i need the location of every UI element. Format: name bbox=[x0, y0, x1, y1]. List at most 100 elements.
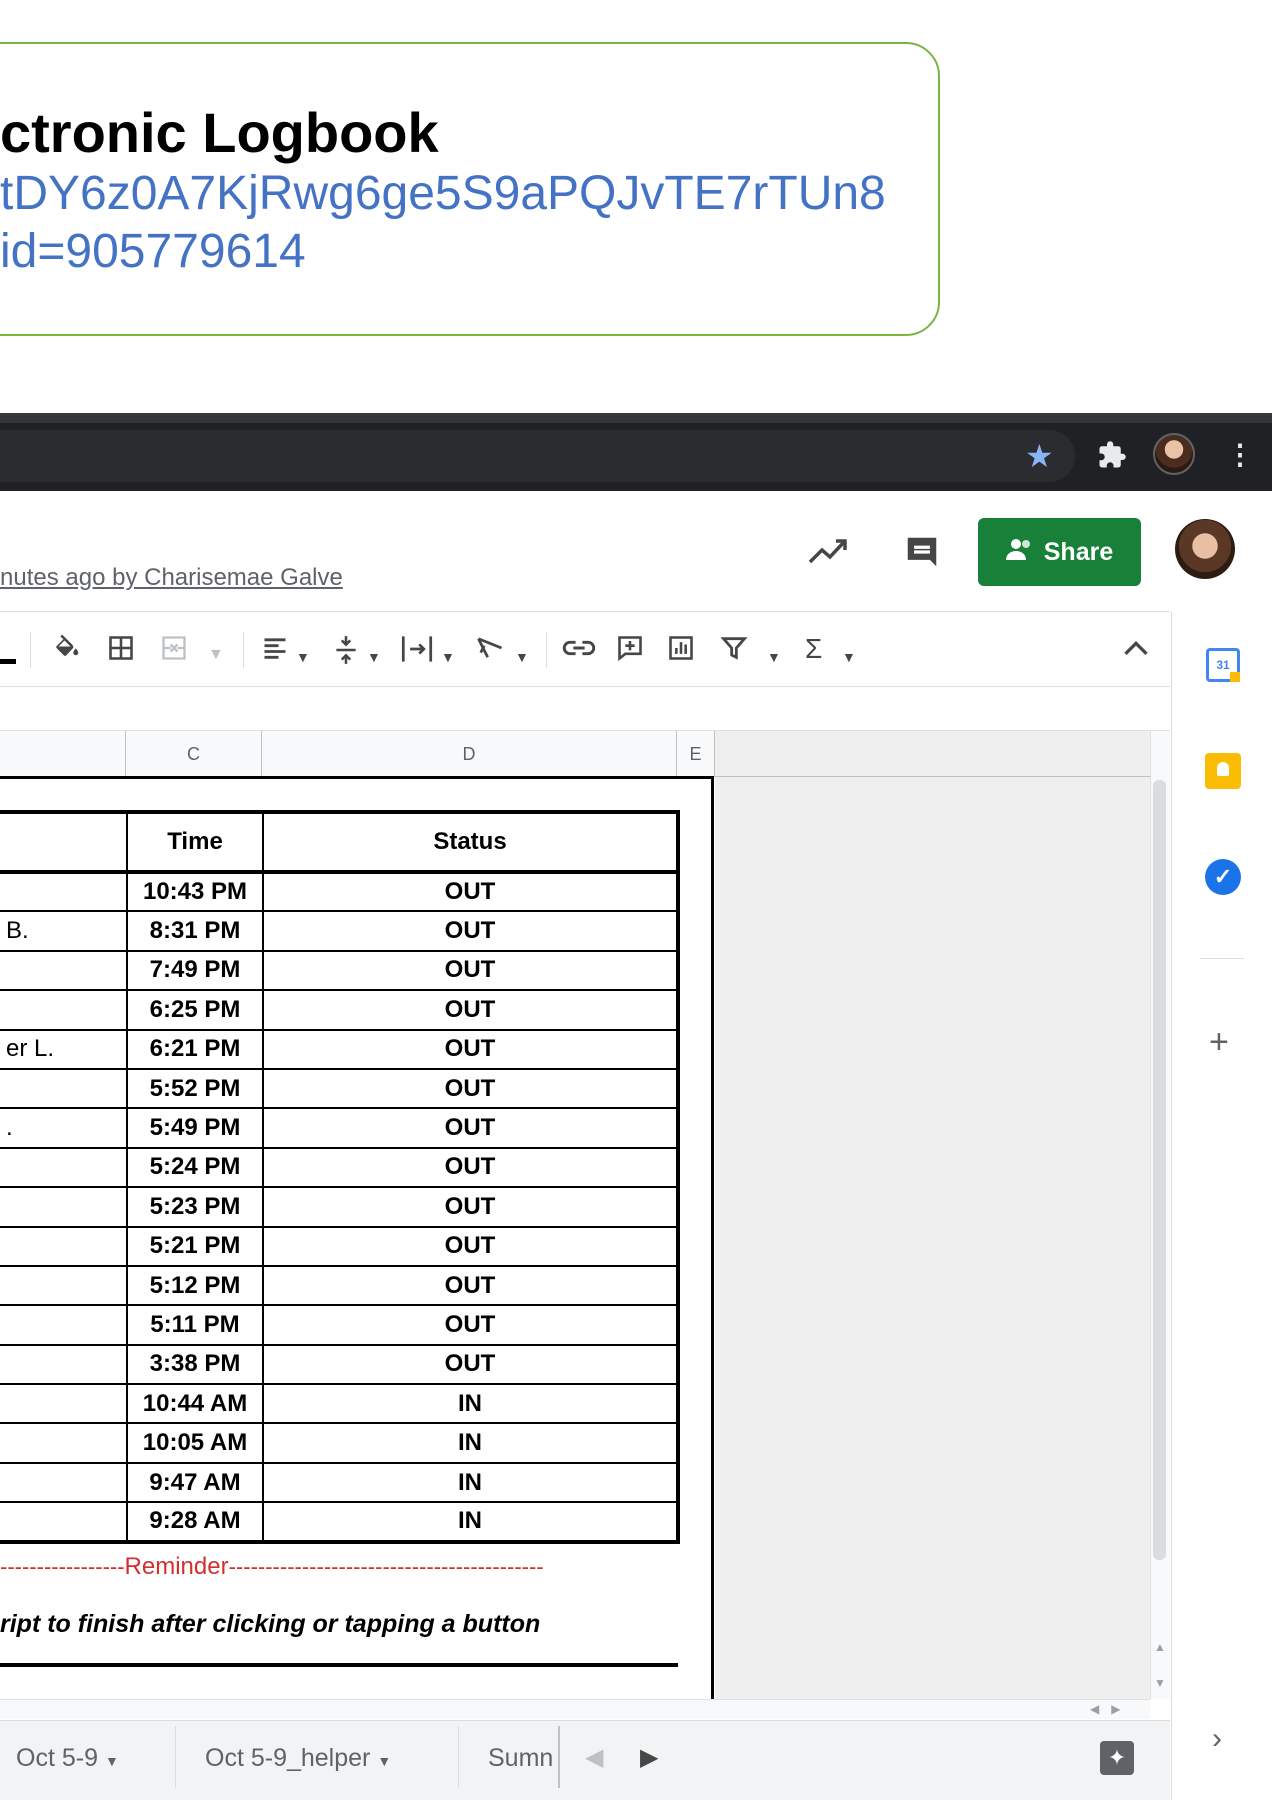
name-cell[interactable] bbox=[0, 1343, 128, 1386]
status-cell[interactable]: OUT bbox=[262, 1225, 680, 1267]
status-cell[interactable]: IN bbox=[262, 1501, 680, 1544]
functions-icon[interactable]: Σ bbox=[805, 634, 822, 664]
sheet-tab-oct-5-9-helper[interactable]: Oct 5-9_helper ▼ bbox=[205, 1737, 391, 1779]
status-cell[interactable]: OUT bbox=[262, 1343, 680, 1386]
filter-icon[interactable] bbox=[720, 634, 748, 668]
fill-color-icon[interactable] bbox=[52, 634, 82, 670]
scroll-down-arrow-icon[interactable]: ▼ bbox=[1154, 1676, 1166, 1690]
name-cell[interactable] bbox=[0, 1501, 128, 1544]
time-cell[interactable]: 9:47 AM bbox=[126, 1461, 264, 1504]
explore-icon[interactable]: ✦ bbox=[1100, 1741, 1134, 1775]
name-cell[interactable] bbox=[0, 1067, 128, 1110]
horizontal-scrollbar[interactable] bbox=[0, 1699, 1150, 1719]
time-cell[interactable]: 8:31 PM bbox=[126, 910, 264, 952]
time-cell[interactable]: 5:49 PM bbox=[126, 1107, 264, 1149]
time-cell[interactable]: 10:43 PM bbox=[126, 870, 264, 913]
sheet-tab-summary[interactable]: Sumn bbox=[488, 1737, 553, 1779]
address-bar[interactable] bbox=[0, 430, 1075, 482]
time-cell[interactable]: 5:24 PM bbox=[126, 1146, 264, 1189]
column-header-b[interactable] bbox=[0, 731, 126, 777]
align-dropdown-icon[interactable]: ▼ bbox=[296, 642, 310, 672]
name-cell[interactable] bbox=[0, 1304, 128, 1346]
status-cell[interactable]: IN bbox=[262, 1383, 680, 1425]
status-cell[interactable]: OUT bbox=[262, 1107, 680, 1149]
status-cell[interactable]: OUT bbox=[262, 989, 680, 1031]
tab-menu-arrow-icon[interactable]: ▼ bbox=[377, 1753, 391, 1769]
name-cell[interactable] bbox=[0, 1146, 128, 1189]
sheet-tab-oct-5-9[interactable]: Oct 5-9 ▼ bbox=[16, 1737, 119, 1779]
name-cell[interactable] bbox=[0, 1422, 128, 1464]
status-cell[interactable]: IN bbox=[262, 1461, 680, 1504]
account-avatar[interactable] bbox=[1175, 519, 1235, 579]
column-header-c[interactable]: C bbox=[126, 731, 262, 777]
activity-dashboard-icon[interactable] bbox=[808, 534, 848, 573]
time-cell[interactable]: 5:23 PM bbox=[126, 1186, 264, 1228]
name-header-cell[interactable] bbox=[0, 810, 128, 874]
status-cell[interactable]: IN bbox=[262, 1422, 680, 1464]
status-cell[interactable]: OUT bbox=[262, 910, 680, 952]
status-cell[interactable]: OUT bbox=[262, 1067, 680, 1110]
tasks-icon[interactable]: ✓ bbox=[1205, 859, 1241, 895]
time-cell[interactable]: 5:12 PM bbox=[126, 1264, 264, 1307]
status-cell[interactable]: OUT bbox=[262, 1304, 680, 1346]
formula-bar[interactable] bbox=[0, 687, 1170, 731]
expand-side-panel-icon[interactable]: › bbox=[1212, 1724, 1222, 1754]
time-cell[interactable]: 5:21 PM bbox=[126, 1225, 264, 1267]
horizontal-align-icon[interactable] bbox=[261, 634, 289, 668]
keep-icon[interactable] bbox=[1205, 753, 1241, 789]
text-wrapping-icon[interactable] bbox=[401, 634, 433, 670]
merge-dropdown-icon[interactable]: ▼ bbox=[208, 640, 224, 670]
insert-link-icon[interactable] bbox=[562, 634, 596, 668]
name-cell[interactable] bbox=[0, 1461, 128, 1504]
status-cell[interactable]: OUT bbox=[262, 1264, 680, 1307]
name-cell[interactable] bbox=[0, 1264, 128, 1307]
scroll-up-arrow-icon[interactable]: ▲ bbox=[1154, 1640, 1166, 1654]
text-rotation-icon[interactable] bbox=[475, 634, 505, 668]
time-cell[interactable]: 5:11 PM bbox=[126, 1304, 264, 1346]
valign-dropdown-icon[interactable]: ▼ bbox=[367, 642, 381, 672]
insert-chart-icon[interactable] bbox=[667, 634, 695, 668]
status-cell[interactable]: OUT bbox=[262, 1028, 680, 1070]
column-header-e[interactable]: E bbox=[677, 731, 715, 777]
name-cell[interactable]: . bbox=[0, 1107, 128, 1149]
time-header[interactable]: Time bbox=[126, 810, 264, 874]
browser-menu-icon[interactable]: ⋮ bbox=[1226, 440, 1254, 470]
status-cell[interactable]: OUT bbox=[262, 949, 680, 992]
tabs-scroll-left-icon[interactable]: ◀ bbox=[585, 1740, 603, 1776]
functions-dropdown-icon[interactable]: ▼ bbox=[842, 642, 856, 672]
status-cell[interactable]: OUT bbox=[262, 1146, 680, 1189]
horizontal-scroll-arrows-icon[interactable]: ◀▶ bbox=[1090, 1702, 1132, 1716]
time-cell[interactable]: 5:52 PM bbox=[126, 1067, 264, 1110]
extensions-icon[interactable] bbox=[1097, 440, 1127, 478]
time-cell[interactable]: 7:49 PM bbox=[126, 949, 264, 992]
tab-menu-arrow-icon[interactable]: ▼ bbox=[105, 1753, 119, 1769]
name-cell[interactable] bbox=[0, 949, 128, 992]
status-cell[interactable]: OUT bbox=[262, 870, 680, 913]
time-cell[interactable]: 3:38 PM bbox=[126, 1343, 264, 1386]
time-cell[interactable]: 6:21 PM bbox=[126, 1028, 264, 1070]
vertical-align-icon[interactable] bbox=[333, 634, 359, 672]
wrap-dropdown-icon[interactable]: ▼ bbox=[441, 642, 455, 672]
status-header[interactable]: Status bbox=[262, 810, 680, 874]
column-header-d[interactable]: D bbox=[262, 731, 677, 777]
time-cell[interactable]: 9:28 AM bbox=[126, 1501, 264, 1544]
share-button[interactable]: Share bbox=[978, 518, 1141, 586]
rotation-dropdown-icon[interactable]: ▼ bbox=[515, 642, 529, 672]
filter-dropdown-icon[interactable]: ▼ bbox=[767, 642, 781, 672]
time-cell[interactable]: 10:44 AM bbox=[126, 1383, 264, 1425]
vertical-scroll-thumb[interactable] bbox=[1153, 780, 1166, 1560]
name-cell[interactable] bbox=[0, 870, 128, 913]
borders-icon[interactable] bbox=[107, 634, 135, 668]
tabs-scroll-right-icon[interactable]: ▶ bbox=[640, 1740, 658, 1776]
name-cell[interactable] bbox=[0, 989, 128, 1031]
calendar-icon[interactable]: 31 bbox=[1206, 648, 1240, 682]
get-addons-plus-icon[interactable]: + bbox=[1209, 1024, 1229, 1060]
name-cell[interactable]: er L. bbox=[0, 1028, 128, 1070]
time-cell[interactable]: 10:05 AM bbox=[126, 1422, 264, 1464]
status-cell[interactable]: OUT bbox=[262, 1186, 680, 1228]
collapse-toolbar-icon[interactable] bbox=[1122, 634, 1150, 664]
name-cell[interactable] bbox=[0, 1186, 128, 1228]
bookmark-star-icon[interactable]: ★ bbox=[1025, 439, 1054, 473]
name-cell[interactable] bbox=[0, 1383, 128, 1425]
name-cell[interactable] bbox=[0, 1225, 128, 1267]
